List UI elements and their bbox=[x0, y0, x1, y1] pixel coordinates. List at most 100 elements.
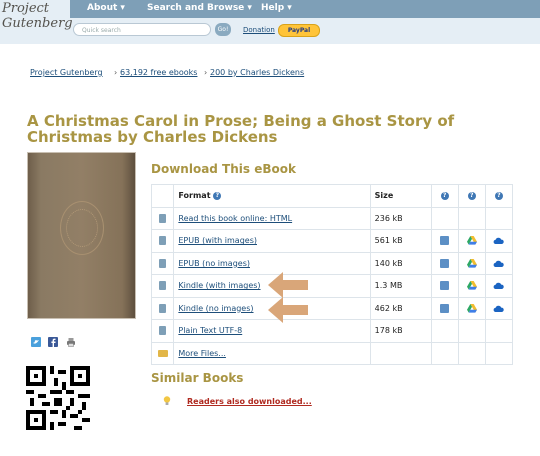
help-icon[interactable]: ? bbox=[213, 191, 222, 200]
format-link[interactable]: EPUB (with images) bbox=[178, 236, 257, 245]
gdrive-cell bbox=[457, 296, 486, 320]
size-cell: 178 kB bbox=[369, 319, 432, 343]
google-drive-icon[interactable] bbox=[466, 236, 477, 245]
more-files-link[interactable]: More Files... bbox=[178, 349, 226, 358]
breadcrumb-author[interactable]: 200 by Charles Dickens bbox=[210, 68, 304, 77]
dropbox-cell bbox=[430, 229, 459, 253]
format-icon-cell bbox=[150, 229, 175, 253]
dropbox-cell bbox=[430, 296, 459, 320]
onedrive-cell bbox=[484, 274, 514, 298]
dropbox-icon[interactable] bbox=[440, 281, 450, 291]
table-row: EPUB (with images) 561 kB bbox=[150, 229, 514, 253]
format-icon-cell bbox=[150, 206, 175, 230]
book-icon bbox=[159, 236, 167, 246]
nav-bar bbox=[70, 0, 540, 18]
gdrive-cell bbox=[457, 251, 486, 275]
gdrive-column-header: ? bbox=[457, 184, 486, 208]
size-cell: 1.3 MB bbox=[369, 274, 432, 298]
logo-line-2: Gutenberg bbox=[2, 16, 73, 31]
table-row: Plain Text UTF-8 178 kB bbox=[150, 319, 514, 343]
format-icon-cell bbox=[150, 319, 175, 343]
dropbox-column-header: ? bbox=[430, 184, 459, 208]
gdrive-cell bbox=[457, 274, 486, 298]
table-row: EPUB (no images) 140 kB bbox=[150, 251, 514, 275]
onedrive-cell bbox=[484, 229, 514, 253]
format-header-label: Format bbox=[178, 191, 211, 201]
format-link[interactable]: Read this book online: HTML bbox=[178, 214, 292, 223]
dropbox-icon[interactable] bbox=[440, 258, 450, 268]
donation-link[interactable]: Donation bbox=[243, 26, 275, 34]
download-table-header-row: Format ? Size ? ? ? bbox=[150, 184, 514, 208]
breadcrumb-free-ebooks[interactable]: 63,192 free ebooks bbox=[120, 68, 197, 77]
book-icon bbox=[159, 258, 167, 268]
arrow-annotation-icon bbox=[268, 272, 308, 298]
format-column-header: Format ? bbox=[173, 184, 371, 208]
lightbulb-icon bbox=[163, 396, 171, 405]
gdrive-cell bbox=[457, 229, 486, 253]
go-button[interactable]: Go! bbox=[215, 23, 231, 36]
book-icon bbox=[159, 303, 167, 313]
onedrive-cell bbox=[484, 206, 514, 230]
format-link[interactable]: EPUB (no images) bbox=[178, 259, 250, 268]
cover-emblem-inner bbox=[66, 209, 98, 247]
size-cell: 462 kB bbox=[369, 296, 432, 320]
size-cell: 561 kB bbox=[369, 229, 432, 253]
breadcrumb-project-gutenberg[interactable]: Project Gutenberg bbox=[30, 68, 103, 77]
google-drive-icon[interactable] bbox=[466, 303, 477, 313]
nav-about[interactable]: About ▾ bbox=[87, 3, 125, 13]
facebook-icon[interactable] bbox=[48, 337, 58, 347]
help-icon[interactable]: ? bbox=[467, 191, 476, 200]
header-icon-cell bbox=[150, 184, 175, 208]
table-row: Read this book online: HTML 236 kB bbox=[150, 206, 514, 230]
quick-search-input[interactable]: Quick search bbox=[73, 23, 211, 36]
format-link[interactable]: Kindle (no images) bbox=[178, 304, 253, 313]
google-drive-icon[interactable] bbox=[466, 281, 477, 290]
onedrive-cell bbox=[484, 251, 514, 275]
help-icon[interactable]: ? bbox=[440, 191, 449, 200]
folder-icon bbox=[157, 349, 168, 357]
paypal-button[interactable]: PayPal bbox=[278, 24, 320, 37]
format-cell: Read this book online: HTML bbox=[173, 206, 371, 230]
format-icon-cell bbox=[150, 274, 175, 298]
book-icon bbox=[159, 281, 167, 291]
format-icon-cell bbox=[150, 251, 175, 275]
book-icon bbox=[159, 326, 167, 336]
table-row: Kindle (with images) 1.3 MB bbox=[150, 274, 514, 298]
dropbox-icon[interactable] bbox=[440, 303, 450, 313]
arrow-annotation-icon bbox=[268, 297, 308, 323]
project-gutenberg-logo[interactable]: Project Gutenberg bbox=[2, 1, 73, 31]
size-cell: 140 kB bbox=[369, 251, 432, 275]
onedrive-icon[interactable] bbox=[493, 305, 505, 312]
book-icon bbox=[159, 213, 167, 223]
onedrive-cell bbox=[484, 296, 514, 320]
onedrive-icon[interactable] bbox=[493, 260, 505, 267]
nav-search-and-browse[interactable]: Search and Browse ▾ bbox=[147, 3, 252, 13]
breadcrumb-separator: › bbox=[114, 68, 118, 77]
format-link[interactable]: Plain Text UTF-8 bbox=[178, 326, 242, 335]
onedrive-icon[interactable] bbox=[493, 237, 505, 245]
format-icon-cell bbox=[150, 296, 175, 320]
help-icon[interactable]: ? bbox=[494, 191, 503, 200]
gdrive-cell bbox=[457, 319, 486, 343]
table-row: More Files... bbox=[150, 341, 514, 365]
readers-also-downloaded-link[interactable]: Readers also downloaded... bbox=[187, 397, 312, 406]
download-table: Format ? Size ? ? ? Read this book onlin… bbox=[150, 184, 514, 365]
format-link[interactable]: Kindle (with images) bbox=[178, 281, 260, 290]
dropbox-icon[interactable] bbox=[440, 236, 450, 246]
onedrive-icon[interactable] bbox=[493, 282, 505, 290]
gdrive-cell bbox=[457, 206, 486, 230]
onedrive-column-header: ? bbox=[484, 184, 514, 208]
size-column-header: Size bbox=[369, 184, 432, 208]
nav-help[interactable]: Help ▾ bbox=[261, 3, 292, 13]
dropbox-cell bbox=[430, 341, 459, 365]
gdrive-cell bbox=[457, 341, 486, 365]
google-drive-icon[interactable] bbox=[466, 258, 477, 268]
dropbox-cell bbox=[430, 319, 459, 343]
similar-books-heading: Similar Books bbox=[151, 371, 244, 385]
format-cell: EPUB (with images) bbox=[173, 229, 371, 253]
print-icon[interactable] bbox=[66, 337, 76, 347]
twitter-icon[interactable] bbox=[31, 337, 41, 347]
page-title: A Christmas Carol in Prose; Being a Ghos… bbox=[27, 112, 455, 146]
table-row: Kindle (no images) 462 kB bbox=[150, 296, 514, 320]
qr-code-image bbox=[26, 366, 90, 430]
